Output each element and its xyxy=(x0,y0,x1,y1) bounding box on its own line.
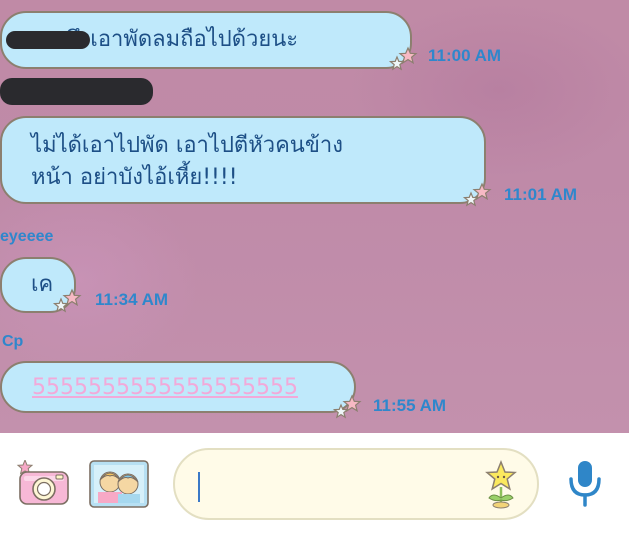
camera-icon[interactable] xyxy=(16,460,72,508)
message-bubble[interactable]: ไม่ได้เอาไปพัด เอาไปตีหัวคนข้าง หน้า อย่… xyxy=(0,116,486,204)
message-input[interactable] xyxy=(173,448,539,520)
message-text-line-1: ไม่ได้เอาไปพัด เอาไปตีหัวคนข้าง xyxy=(31,133,343,158)
message-text: เค xyxy=(31,272,54,297)
message-time: 11:00 AM xyxy=(428,46,502,65)
microphone-icon[interactable] xyxy=(565,459,605,509)
message-time: 11:55 AM xyxy=(373,396,447,415)
star-sticker-icon xyxy=(332,394,362,419)
message-text-line-2: หน้า อย่าบังไอ้เหี้ย!!!! xyxy=(31,165,238,190)
sticker-star-icon[interactable] xyxy=(483,460,519,510)
chat-area: บางมึงเอาพัดลมถือไปด้วยนะ 11:00 AM ไม่ได… xyxy=(0,0,629,433)
message-time: 11:34 AM xyxy=(95,290,169,309)
photo-icon[interactable] xyxy=(88,458,150,510)
text-cursor xyxy=(198,472,200,502)
star-sticker-icon xyxy=(462,182,492,207)
sender-name: eyeeee xyxy=(0,228,54,245)
sender-name: Cp xyxy=(2,333,24,350)
star-sticker-icon xyxy=(52,288,82,313)
message-bubble[interactable]: 5555555555555555555 xyxy=(0,361,356,413)
redacted-text xyxy=(6,31,90,49)
message-text-link[interactable]: 5555555555555555555 xyxy=(32,375,298,400)
redacted-sender-name xyxy=(0,78,153,105)
composer-bar xyxy=(0,433,629,534)
star-sticker-icon xyxy=(388,46,418,71)
message-time: 11:01 AM xyxy=(504,185,578,204)
